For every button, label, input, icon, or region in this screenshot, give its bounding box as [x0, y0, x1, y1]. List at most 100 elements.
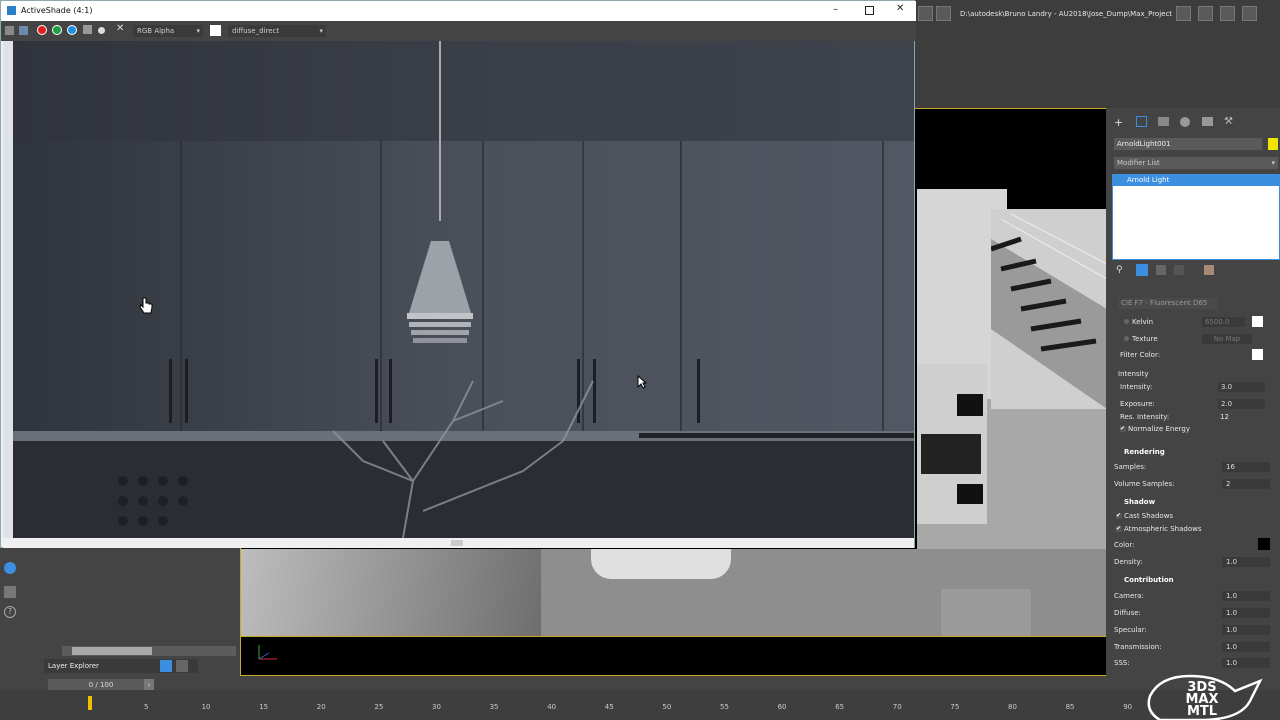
alpha-channel-icon[interactable] — [83, 25, 92, 34]
utilities-tab-icon[interactable]: ⚒ — [1224, 116, 1233, 127]
sort-by-hierarchy-icon[interactable] — [176, 660, 188, 672]
green-channel-icon[interactable] — [52, 25, 62, 35]
activeshade-render-view[interactable] — [3, 41, 914, 538]
diffuse-label: Diffuse: — [1114, 609, 1141, 617]
activeshade-title-bar[interactable]: ActiveShade (4:1) – ✕ — [1, 1, 916, 21]
atmospheric-shadows-checkbox[interactable]: ✔ — [1116, 526, 1122, 532]
timeline-tick: 35 — [489, 703, 499, 711]
time-slider-handle[interactable] — [88, 696, 92, 710]
globe-icon[interactable] — [4, 562, 16, 574]
create-tab-icon[interactable]: + — [1114, 116, 1123, 129]
kelvin-field[interactable]: 6500.0 — [1202, 317, 1245, 327]
chevron-down-icon: ▾ — [1271, 159, 1275, 167]
blue-channel-icon[interactable] — [67, 25, 77, 35]
normalize-energy-checkbox[interactable]: ✔ — [1120, 426, 1126, 432]
viewport-counter — [241, 549, 1107, 637]
render-element-dropdown[interactable]: diffuse_direct ▾ — [228, 25, 326, 37]
remove-modifier-icon[interactable] — [1174, 265, 1184, 275]
copy-image-icon[interactable] — [19, 26, 28, 35]
make-unique-icon[interactable] — [1156, 265, 1166, 275]
density-spinner[interactable]: 1.0 — [1222, 557, 1270, 567]
maximize-button[interactable] — [865, 6, 874, 15]
cast-shadows-label: Cast Shadows — [1124, 512, 1174, 520]
volume-samples-spinner[interactable]: 2 — [1222, 479, 1270, 489]
timeline[interactable]: 5 10 15 20 25 30 35 40 45 50 55 60 65 70 75 80 85 90 — [0, 690, 1280, 720]
timeline-tick: 80 — [1008, 703, 1017, 711]
contribution-rollout-header[interactable]: Contribution — [1124, 576, 1174, 584]
display-color-swatch[interactable] — [210, 25, 221, 36]
channel-display-dropdown[interactable]: RGB Alpha ▾ — [133, 25, 203, 37]
snap-toggle-icon[interactable] — [918, 6, 933, 21]
watermark-logo: 3DS MAX MTL — [1140, 666, 1270, 720]
texture-label: Texture — [1132, 335, 1158, 343]
project-settings-icon[interactable] — [1242, 6, 1257, 21]
specular-spinner[interactable]: 1.0 — [1222, 625, 1270, 635]
texture-radio[interactable] — [1124, 336, 1129, 341]
show-end-result-icon[interactable] — [1136, 264, 1148, 276]
set-project-icon[interactable] — [1220, 6, 1235, 21]
watermark-text: 3DS MAX MTL — [1185, 680, 1219, 719]
minimize-button[interactable]: – — [833, 4, 838, 15]
activeshade-toolbar: ✕ RGB Alpha ▾ diffuse_direct ▾ — [1, 21, 916, 41]
close-button[interactable]: ✕ — [896, 3, 904, 14]
stack-item-arnold-light[interactable]: Arnold Light — [1113, 175, 1279, 186]
project-path[interactable]: D:\autodesk\Bruno Landry - AU2018\Jose_D… — [960, 10, 1172, 18]
grid-icon[interactable] — [936, 6, 951, 21]
cast-shadows-checkbox[interactable]: ✔ — [1116, 513, 1122, 519]
hierarchy-tab-icon[interactable] — [1158, 117, 1169, 126]
modifier-list-dropdown[interactable]: Modifier List ▾ — [1114, 157, 1278, 169]
display-tab-icon[interactable] — [1202, 117, 1213, 126]
sort-by-layer-icon[interactable] — [160, 660, 172, 672]
samples-spinner[interactable]: 16 — [1222, 462, 1270, 472]
save-image-icon[interactable] — [5, 26, 14, 35]
timeline-tick: 85 — [1065, 703, 1075, 711]
modifier-stack[interactable]: Arnold Light — [1112, 174, 1280, 260]
transmission-label: Transmission: — [1114, 643, 1162, 651]
light-preset-dropdown[interactable]: CIE F7 - Fluorescent D65 — [1118, 298, 1217, 309]
clear-icon[interactable]: ✕ — [116, 23, 124, 34]
scroll-thumb[interactable] — [451, 540, 463, 546]
timeline-tick: 10 — [201, 703, 211, 711]
activeshade-window: ActiveShade (4:1) – ✕ ✕ RGB Alpha ▾ diff… — [0, 0, 916, 548]
object-name-field[interactable]: ArnoldLight001 — [1114, 138, 1262, 150]
layer-explorer-dropdown[interactable]: Layer Explorer — [44, 659, 198, 673]
activeshade-title: ActiveShade (4:1) — [21, 6, 93, 15]
activeshade-scrollbar[interactable] — [3, 538, 914, 548]
shadow-rollout-header[interactable]: Shadow — [1124, 498, 1155, 506]
exposure-spinner[interactable]: 2.0 — [1218, 399, 1265, 409]
scene-explorer-scrollbar[interactable] — [62, 646, 236, 656]
layers-icon[interactable] — [4, 586, 16, 598]
rendering-rollout-header[interactable]: Rendering — [1124, 448, 1165, 456]
configure-sets-icon[interactable] — [1204, 265, 1214, 275]
intensity-label: Intensity: — [1120, 383, 1153, 391]
open-folder-icon[interactable] — [1198, 6, 1213, 21]
camera-spinner[interactable]: 1.0 — [1222, 591, 1270, 601]
motion-tab-icon[interactable] — [1180, 117, 1190, 127]
shadow-color-swatch[interactable] — [1258, 538, 1270, 550]
monochrome-icon[interactable] — [98, 27, 105, 34]
samples-label: Samples: — [1114, 463, 1147, 471]
timeline-tick: 50 — [662, 703, 672, 711]
res-intensity-label: Res. Intensity: — [1120, 413, 1170, 421]
filter-color-swatch[interactable] — [1252, 349, 1263, 360]
chevron-down-icon: ▾ — [196, 27, 200, 35]
texture-map-button[interactable]: No Map — [1202, 334, 1252, 344]
viewport-shelf — [917, 364, 987, 524]
kelvin-radio[interactable] — [1124, 319, 1129, 324]
help-icon[interactable]: ? — [4, 606, 16, 618]
render-element-value: diffuse_direct — [232, 27, 280, 35]
intensity-group-label: Intensity — [1118, 370, 1149, 378]
folder-icon[interactable] — [1176, 6, 1191, 21]
timeline-tick: 20 — [316, 703, 326, 711]
pin-stack-icon[interactable]: ⚲ — [1116, 265, 1123, 275]
diffuse-spinner[interactable]: 1.0 — [1222, 608, 1270, 618]
object-color-swatch[interactable] — [1268, 138, 1278, 150]
transmission-spinner[interactable]: 1.0 — [1222, 642, 1270, 652]
red-channel-icon[interactable] — [37, 25, 47, 35]
timeline-tick: 55 — [720, 703, 729, 711]
kelvin-color-swatch[interactable] — [1252, 316, 1263, 327]
viewport-status-area — [240, 636, 1108, 676]
camera-label: Camera: — [1114, 592, 1144, 600]
intensity-spinner[interactable]: 3.0 — [1218, 382, 1265, 392]
modify-tab-icon[interactable] — [1136, 116, 1147, 127]
